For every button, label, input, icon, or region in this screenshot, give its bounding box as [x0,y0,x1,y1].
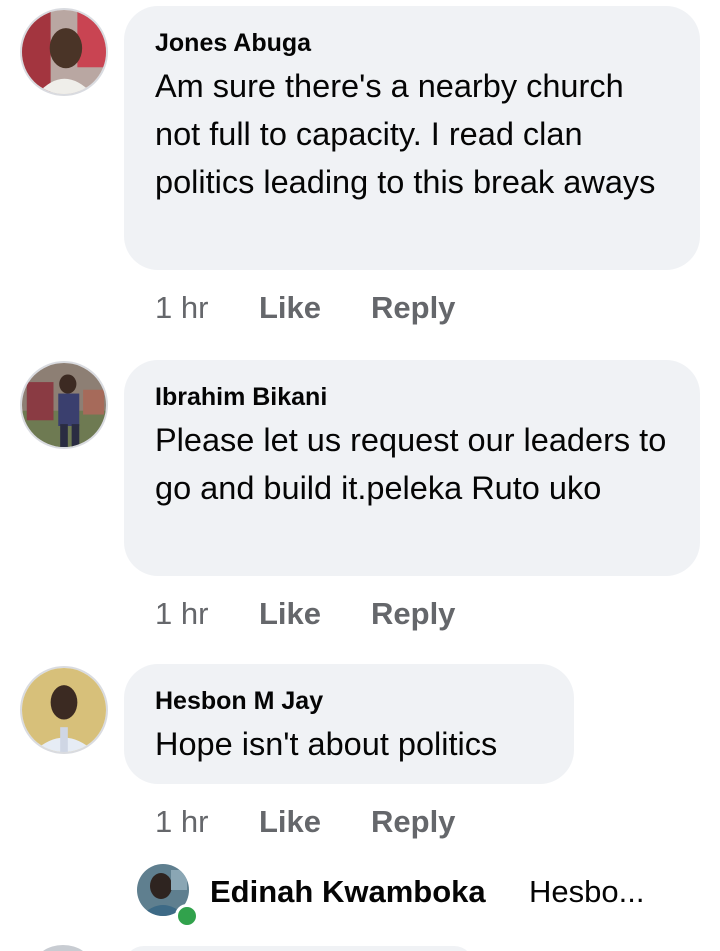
comment-actions: 1 hr Like Reply [155,596,455,632]
profile-photo-icon [22,668,106,752]
comment-text: Please let us request our leaders to go … [155,422,667,506]
profile-photo-icon [22,10,106,94]
comment-author[interactable]: Jones Abuga [155,28,670,58]
comment-actions: 1 hr Like Reply [155,804,455,840]
avatar[interactable] [20,361,108,449]
comment-bubble [124,946,474,951]
next-comment-peek [0,940,720,951]
avatar[interactable] [20,666,108,754]
comment-bubble: Hesbon M Jay Hope isn't about politics [124,664,574,784]
comment-timestamp[interactable]: 1 hr [155,596,259,632]
avatar[interactable] [20,8,108,96]
online-status-dot [175,904,199,928]
comment-feed: Jones Abuga Am sure there's a nearby chu… [0,0,720,951]
comment-bubble: Ibrahim Bikani Please let us request our… [124,360,700,576]
comment-author[interactable]: Hesbon M Jay [155,686,544,716]
profile-photo-icon [22,363,106,447]
reply-button[interactable]: Reply [371,290,455,326]
comment-text: Am sure there's a nearby church not full… [155,68,656,200]
comment-timestamp[interactable]: 1 hr [155,804,259,840]
like-button[interactable]: Like [259,290,371,326]
comment-timestamp[interactable]: 1 hr [155,290,259,326]
comment-text: Hope isn't about politics [155,726,498,762]
avatar[interactable] [35,945,91,951]
reply-button[interactable]: Reply [371,596,455,632]
comment-author[interactable]: Ibrahim Bikani [155,382,670,412]
reply-author[interactable]: Edinah Kwamboka [210,874,486,910]
reply-button[interactable]: Reply [371,804,455,840]
reply-snippet[interactable]: Hesbo... [529,874,644,910]
like-button[interactable]: Like [259,596,371,632]
comment-bubble: Jones Abuga Am sure there's a nearby chu… [124,6,700,270]
reply-preview[interactable]: Edinah Kwamboka Hesbo... [137,864,697,928]
like-button[interactable]: Like [259,804,371,840]
comment-actions: 1 hr Like Reply [155,290,455,326]
